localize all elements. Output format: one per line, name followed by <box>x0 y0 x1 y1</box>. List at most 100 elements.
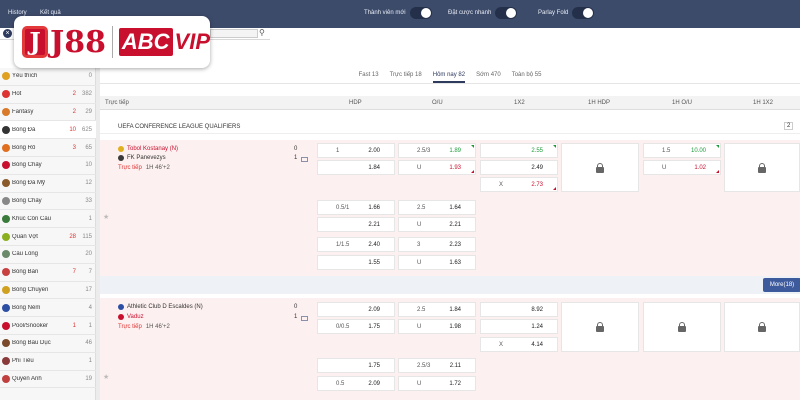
sidebar-item[interactable]: Fantasy 2 29 <box>0 104 96 122</box>
event-count: 17 <box>85 286 92 293</box>
sidebar-item[interactable]: Bóng Bàn 7 7 <box>0 264 96 282</box>
sport-icon <box>2 250 10 259</box>
away-team: Vaduz <box>118 314 144 320</box>
odds-ou[interactable]: 2.5/3 2.11 <box>398 358 476 373</box>
toggle-new-member[interactable]: Thành viên mới <box>364 7 432 19</box>
odds-1h-ou[interactable]: 1.5 10.00 <box>643 143 721 158</box>
more-markets-button[interactable]: More(18) <box>763 278 800 292</box>
event-count: 65 <box>85 144 92 151</box>
sidebar-item[interactable]: Pool/Snooker 1 1 <box>0 317 96 335</box>
sidebar-item[interactable]: Bóng Đá 10 625 <box>0 121 96 140</box>
toggle-switch[interactable] <box>495 7 518 19</box>
search-input[interactable] <box>210 29 258 38</box>
tab-today[interactable]: Hôm nay 82 <box>432 68 466 83</box>
odds-ou[interactable]: U 1.98 <box>398 319 476 334</box>
odds-ou[interactable]: U 2.21 <box>398 217 476 232</box>
odds-ou[interactable]: 3 2.23 <box>398 237 476 252</box>
odds-ou[interactable]: 2.5 1.84 <box>398 302 476 317</box>
tab-early[interactable]: Sớm 470 <box>476 68 501 83</box>
odds-ou[interactable]: U 1.63 <box>398 255 476 270</box>
tv-icon[interactable] <box>301 157 308 162</box>
col-live: Trực tiếp <box>105 100 129 106</box>
sport-icon <box>2 72 10 81</box>
toggle-switch[interactable] <box>409 7 432 19</box>
live-count: 3 <box>72 144 76 151</box>
toggle-parlay-fold[interactable]: Parlay Fold <box>538 7 595 19</box>
sidebar-item[interactable]: Bóng Rổ 3 65 <box>0 139 96 157</box>
favorite-star-icon[interactable]: ★ <box>103 213 109 221</box>
odds-1h-ou[interactable]: U 1.02 <box>643 160 721 175</box>
odds-1x2[interactable]: X 2.73 <box>480 177 558 192</box>
search-icon[interactable]: ⚲ <box>259 28 265 37</box>
odds-hdp[interactable]: 1/1.5 2.40 <box>317 237 395 252</box>
event-count: 46 <box>85 340 92 347</box>
sidebar-item-label: Quần Vợt <box>12 233 38 240</box>
toggle-switch[interactable] <box>572 7 595 19</box>
odds-1x2[interactable]: 2.49 <box>480 160 558 175</box>
away-team: FK Panevezys <box>118 155 166 161</box>
favorite-star-icon[interactable]: ★ <box>103 373 109 381</box>
odds-1x2[interactable]: X 4.14 <box>480 337 558 352</box>
event-count: 29 <box>85 108 92 115</box>
locked-market <box>561 143 639 192</box>
event-count: 382 <box>81 91 92 98</box>
team-crest-icon <box>118 314 124 320</box>
logo-text-vip: VIP <box>174 29 210 54</box>
odds-ou[interactable]: U 1.93 <box>398 160 476 175</box>
odds-1x2[interactable]: 1.24 <box>480 319 558 334</box>
toggle-quick-bet[interactable]: Đặt cược nhanh <box>448 7 518 19</box>
odds-1x2[interactable]: 2.55 <box>480 143 558 158</box>
sidebar-item-label: Bóng Chày <box>12 197 42 204</box>
league-header[interactable]: UEFA CONFERENCE LEAGUE QUALIFIERS 2 <box>100 120 800 134</box>
sidebar-item[interactable]: Hot 2 382 <box>0 86 96 104</box>
tab-all[interactable]: Toàn bộ 55 <box>512 68 542 83</box>
odds-hdp[interactable]: 1.84 <box>317 160 395 175</box>
tab-fast[interactable]: Fast 13 <box>359 68 379 83</box>
sidebar-item[interactable]: Bóng Chày 33 <box>0 193 96 211</box>
sidebar-item[interactable]: Phi Tiêu 1 <box>0 353 96 371</box>
sidebar-item-label: Bóng Đá Mỹ <box>12 180 46 187</box>
live-count: 7 <box>72 269 76 276</box>
event-count: 19 <box>85 375 92 382</box>
tv-icon[interactable] <box>301 316 308 321</box>
home-team-name: Tobol Kostanay (N) <box>127 146 179 152</box>
sidebar-item[interactable]: Bóng Chuyền 17 <box>0 282 96 300</box>
sport-icon <box>2 285 10 294</box>
sidebar-item-label: Yêu thích <box>12 73 38 80</box>
lock-icon <box>596 322 604 332</box>
odds-1x2[interactable]: 8.92 <box>480 302 558 317</box>
lock-icon <box>596 162 604 173</box>
sidebar-item-label: Khúc Côn Cầu <box>12 215 52 222</box>
odds-hdp[interactable]: 1.55 <box>317 255 395 270</box>
odds-hdp[interactable]: 2.09 <box>317 302 395 317</box>
odds-hdp[interactable]: 2.21 <box>317 217 395 232</box>
odds-hdp[interactable]: 0.5 2.09 <box>317 376 395 391</box>
odds-hdp[interactable]: 1 2.00 <box>317 143 395 158</box>
logo-divider <box>111 26 113 58</box>
status-text: Trực tiếp <box>118 324 142 330</box>
sidebar-item[interactable]: Quần Vợt 28 115 <box>0 228 96 246</box>
sidebar-item[interactable]: Bóng Đá Mỹ 12 <box>0 175 96 193</box>
league-page[interactable]: 2 <box>784 122 794 130</box>
sidebar-item[interactable]: Bóng Ném 4 <box>0 299 96 318</box>
odds-hdp[interactable]: 1.75 <box>317 358 395 373</box>
locked-market <box>561 302 639 352</box>
tab-live[interactable]: Trực tiếp 18 <box>390 68 422 83</box>
odds-ou[interactable]: 2.5 1.64 <box>398 200 476 215</box>
sport-icon <box>2 268 10 277</box>
odds-ou[interactable]: 2.5/3 1.89 <box>398 143 476 158</box>
sidebar-item[interactable]: Khúc Côn Cầu 1 <box>0 210 96 229</box>
sidebar-item[interactable]: Bóng Bầu Dục 46 <box>0 335 96 353</box>
close-icon[interactable]: × <box>3 29 12 38</box>
sidebar-item[interactable]: Bóng Chày 10 <box>0 157 96 175</box>
away-team-name: Vaduz <box>127 314 144 320</box>
away-team-name: FK Panevezys <box>127 155 166 161</box>
sidebar-item[interactable]: Quyền Anh 19 <box>0 371 96 389</box>
match-status: Trực tiếp 1H 46'+2 <box>118 324 170 330</box>
sidebar-item[interactable]: Yêu thích 0 <box>0 68 96 86</box>
odds-ou[interactable]: U 1.72 <box>398 376 476 391</box>
brand-logo: J J88 ABC VIP <box>14 16 210 68</box>
odds-hdp[interactable]: 0.5/1 1.66 <box>317 200 395 215</box>
sidebar-item[interactable]: Cầu Lông 20 <box>0 246 96 264</box>
odds-hdp[interactable]: 0/0.5 1.75 <box>317 319 395 334</box>
